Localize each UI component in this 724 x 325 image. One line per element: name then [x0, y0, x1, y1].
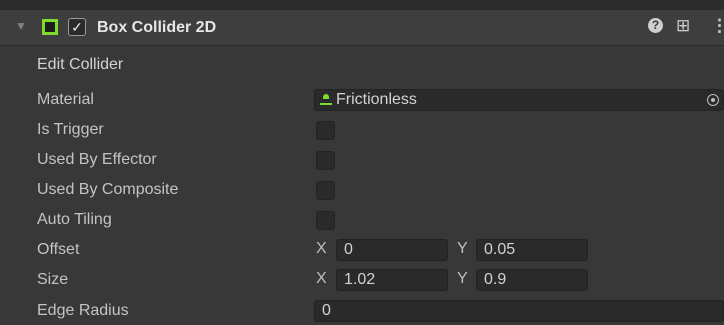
size-label: Size — [37, 271, 69, 288]
size-x-label: X — [316, 270, 327, 287]
size-y-label: Y — [457, 270, 468, 287]
fold-arrow-icon[interactable]: ▼ — [15, 19, 27, 33]
used-by-composite-label: Used By Composite — [37, 181, 179, 198]
kebab-menu-icon[interactable]: ⋮ — [711, 16, 724, 36]
offset-row: Offset X 0 Y 0.05 — [0, 239, 724, 263]
used-by-effector-row: Used By Effector — [0, 149, 724, 173]
component-title: Box Collider 2D — [97, 19, 217, 36]
enable-checkbox[interactable]: ✓ — [68, 18, 86, 36]
used-by-effector-checkbox[interactable] — [316, 151, 335, 170]
size-x-field[interactable]: 1.02 — [336, 269, 448, 291]
material-field[interactable]: Frictionless — [314, 89, 724, 111]
offset-label: Offset — [37, 241, 80, 258]
edge-radius-field[interactable]: 0 — [314, 300, 724, 322]
size-y-field[interactable]: 0.9 — [476, 269, 588, 291]
used-by-effector-label: Used By Effector — [37, 151, 157, 168]
physics-material-icon — [320, 93, 332, 105]
is-trigger-label: Is Trigger — [37, 121, 104, 138]
auto-tiling-row: Auto Tiling — [0, 209, 724, 233]
used-by-composite-checkbox[interactable] — [316, 181, 335, 200]
material-label: Material — [37, 91, 94, 108]
offset-x-field[interactable]: 0 — [336, 239, 448, 261]
top-border — [0, 0, 724, 10]
is-trigger-checkbox[interactable] — [316, 121, 335, 140]
offset-x-label: X — [316, 240, 327, 257]
box-collider-2d-icon — [42, 19, 58, 35]
object-picker-icon[interactable] — [707, 94, 719, 106]
material-row: Material Frictionless — [0, 89, 724, 113]
edge-radius-row: Edge Radius 0 — [0, 300, 724, 324]
auto-tiling-checkbox[interactable] — [316, 211, 335, 230]
auto-tiling-label: Auto Tiling — [37, 211, 112, 228]
edit-collider-button[interactable]: Edit Collider — [37, 56, 123, 74]
edge-radius-label: Edge Radius — [37, 302, 129, 319]
component-header[interactable]: ▼ ✓ Box Collider 2D ? ⊞ ⋮ — [0, 10, 724, 46]
help-icon[interactable]: ? — [648, 18, 663, 33]
used-by-composite-row: Used By Composite — [0, 179, 724, 203]
offset-y-field[interactable]: 0.05 — [476, 239, 588, 261]
size-row: Size X 1.02 Y 0.9 — [0, 269, 724, 293]
material-value: Frictionless — [336, 91, 417, 108]
presets-icon[interactable]: ⊞ — [676, 16, 690, 36]
is-trigger-row: Is Trigger — [0, 119, 724, 143]
offset-y-label: Y — [457, 240, 468, 257]
